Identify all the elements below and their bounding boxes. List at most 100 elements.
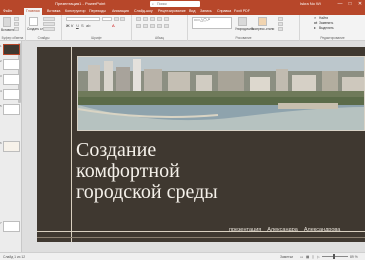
quick-styles-button[interactable]: Экспресс-стили	[251, 27, 274, 31]
tab-foxit[interactable]: Foxit PDF	[234, 8, 250, 15]
view-sorter-icon[interactable]: ▦	[306, 255, 309, 259]
increase-indent-button[interactable]	[157, 17, 162, 21]
thumbnail-slide[interactable]	[3, 89, 20, 100]
ribbon-tabs: Файл Главная Вставка Конструктор Переход…	[0, 8, 365, 15]
align-right-button[interactable]	[150, 24, 155, 28]
tab-home[interactable]: Главная	[24, 8, 42, 15]
layout-button[interactable]	[43, 17, 55, 21]
subtitle-part: Александра	[267, 227, 298, 233]
numbering-button[interactable]	[143, 17, 148, 21]
tab-insert[interactable]: Вставка	[47, 8, 60, 15]
slide-decor-line	[37, 237, 365, 238]
view-normal-icon[interactable]: ▭	[300, 255, 303, 259]
notes-button[interactable]: Заметки	[280, 255, 293, 259]
underline-icon[interactable]: Ч	[76, 24, 79, 28]
italic-icon[interactable]: К	[71, 24, 73, 28]
slide-title[interactable]: Создание комфортной городской среды	[76, 140, 336, 203]
zoom-slider[interactable]	[322, 256, 348, 257]
zoom-slider-handle[interactable]	[333, 254, 335, 259]
copy-icon[interactable]	[14, 22, 19, 26]
slideshow-icon[interactable]: ▷	[317, 255, 320, 259]
status-bar: Слайд 1 из 12 Заметки ▭ ▦ ▯ ▷ 89 %	[0, 252, 365, 260]
slide-decor-vertical-line	[71, 47, 72, 242]
arrange-icon[interactable]	[238, 17, 247, 26]
user-name[interactable]: Iskra No Wi	[300, 0, 321, 8]
slide-counter: Слайд 1 из 12	[3, 255, 26, 259]
thumbnail-number: 5	[0, 104, 2, 108]
thumbnail-slide[interactable]	[3, 141, 20, 152]
justify-button[interactable]	[157, 24, 162, 28]
group-label-clipboard: Буфер обмена	[1, 36, 24, 40]
tab-design[interactable]: Конструктор	[65, 8, 86, 15]
align-left-button[interactable]	[136, 24, 141, 28]
slide-subtitle[interactable]: презентация Александра Александрова	[229, 227, 340, 233]
shape-fill-button[interactable]	[278, 17, 283, 21]
group-editing: ⌕ Найти ⇄ Заменить ▸ Выделить Редактиров…	[300, 15, 365, 41]
thumbnail-slide[interactable]	[3, 221, 20, 232]
paste-icon[interactable]	[3, 17, 11, 27]
slide-canvas[interactable]: Создание комфортной городской среды през…	[37, 47, 365, 242]
tab-review[interactable]: Рецензирование	[158, 8, 186, 15]
find-button[interactable]: Найти	[319, 16, 328, 20]
font-color-icon[interactable]: A	[112, 24, 115, 28]
new-slide-icon[interactable]	[29, 17, 38, 26]
grow-font-button[interactable]	[114, 17, 119, 21]
bullets-button[interactable]	[136, 17, 141, 21]
section-button[interactable]	[43, 27, 55, 31]
shape-effects-button[interactable]	[278, 27, 283, 31]
group-slides: Создать слайд Слайды	[26, 15, 62, 41]
reset-button[interactable]	[43, 22, 55, 26]
font-family-select[interactable]	[66, 17, 100, 21]
paste-button[interactable]: Вставить	[1, 28, 15, 32]
tab-view[interactable]: Вид	[189, 8, 196, 15]
shadow-icon[interactable]: S	[81, 24, 84, 28]
tab-record[interactable]: Запись	[200, 8, 212, 15]
zoom-level[interactable]: 89 %	[350, 255, 358, 259]
font-size-select[interactable]	[102, 17, 112, 21]
group-label-font: Шрифт	[91, 36, 102, 40]
slide-thumbnails-pane[interactable]: 1 2 3 4 5 6 7	[0, 41, 22, 252]
group-font: Ж К Ч S ab A Шрифт	[62, 15, 132, 41]
slide-title-line: городской среды	[76, 181, 218, 203]
thumbnail-number: 3	[0, 74, 2, 78]
tab-file[interactable]: Файл	[3, 8, 12, 15]
columns-button[interactable]	[164, 24, 169, 28]
strikethrough-icon[interactable]: ab	[86, 24, 90, 28]
view-reading-icon[interactable]: ▯	[312, 255, 314, 259]
slide-decor-line	[37, 231, 365, 232]
format-painter-icon[interactable]	[14, 27, 19, 31]
thumbnail-number: 6	[0, 141, 2, 145]
search-box[interactable]: ⌕ Поиск	[150, 1, 200, 7]
tab-help[interactable]: Справка	[217, 8, 231, 15]
thumbnail-slide[interactable]	[3, 44, 20, 55]
decrease-indent-button[interactable]	[150, 17, 155, 21]
group-drawing: ▭○△⬠↗ Упорядочить Экспресс-стили Рисован…	[188, 15, 300, 41]
tab-animations[interactable]: Анимация	[112, 8, 129, 15]
thumbnail-number: 1	[0, 44, 2, 48]
minimize-button[interactable]: —	[335, 0, 345, 8]
maximize-button[interactable]: □	[345, 0, 355, 8]
thumbnail-slide[interactable]	[3, 74, 20, 85]
align-center-button[interactable]	[143, 24, 148, 28]
replace-button[interactable]: Заменить	[319, 21, 333, 25]
city-photo[interactable]	[77, 56, 365, 131]
quick-styles-icon[interactable]	[258, 17, 267, 26]
thumbnail-number: 4	[0, 89, 2, 93]
group-paragraph: Абзац	[132, 15, 188, 41]
cut-icon[interactable]	[14, 17, 19, 21]
tab-slideshow[interactable]: Слайд-шоу	[134, 8, 153, 15]
shape-outline-button[interactable]	[278, 22, 283, 26]
line-spacing-button[interactable]	[164, 17, 169, 21]
subtitle-part: Александрова	[303, 227, 341, 233]
group-label-editing: Редактирование	[320, 36, 345, 40]
close-button[interactable]: ✕	[355, 0, 365, 8]
bold-icon[interactable]: Ж	[66, 24, 70, 28]
shrink-font-button[interactable]	[120, 17, 125, 21]
slide-title-line: комфортной	[76, 160, 180, 182]
select-icon[interactable]: ▸	[314, 26, 316, 30]
thumbnail-slide[interactable]	[3, 104, 20, 115]
search-icon: ⌕	[152, 2, 154, 6]
thumbnail-slide[interactable]	[3, 59, 20, 70]
tab-transitions[interactable]: Переходы	[89, 8, 106, 15]
select-button[interactable]: Выделить	[319, 26, 334, 30]
